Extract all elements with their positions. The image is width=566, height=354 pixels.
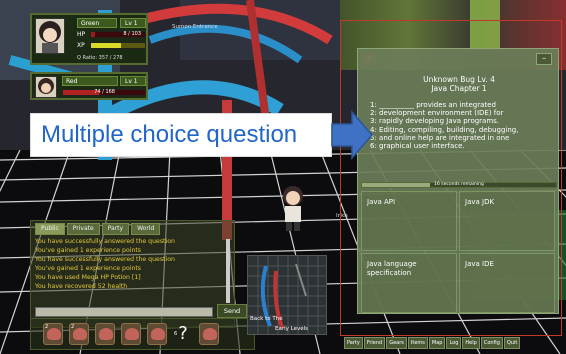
answer-option-java-jdk[interactable]: Java JDK [459,191,555,251]
chat-log: You have successfully answered the quest… [35,237,225,291]
menu-items[interactable]: Items [407,337,428,349]
xp-bar-fill [91,43,121,48]
crab-icon [47,328,61,340]
player-portrait-icon [39,21,61,53]
inventory-slot[interactable]: 2 [69,323,89,345]
player-panel-red: Red Lv 1 74 / 168 [30,72,148,100]
player-portrait-icon [38,78,54,94]
q-ratio: Q Ratio: 357 / 278 [77,55,123,61]
hp-value: 74 / 168 [94,89,115,95]
crab-icon [151,328,165,340]
timer-text: 16 seconds remaining [434,182,484,187]
minimap-label-2: Early Levels [275,326,309,332]
minimap-label: Back to The [250,316,283,322]
inventory-bar: 2 2 6? [30,318,255,350]
chat-panel: Public Private Party World You have succ… [30,220,263,328]
player-level: Lv 1 [120,76,146,86]
crab-icon [125,328,139,340]
menu-config[interactable]: Config [480,337,503,349]
timer-bar: 16 seconds remaining [361,182,557,188]
slot-count: 6 [174,331,178,337]
avatar [35,76,57,98]
minimap[interactable]: Back to The Early Levels [247,255,327,335]
send-button[interactable]: Send [217,304,247,318]
menu-gears[interactable]: Gears [386,337,407,349]
crab-icon [73,328,87,340]
chat-scrollbar[interactable] [226,239,230,303]
question-line: 6: graphical user interface. [370,142,465,151]
tab-private[interactable]: Private [66,223,100,235]
question-panel: − Unknown Bug Lv. 4 Java Chapter 1 1: __… [357,48,559,314]
question-minimize-button[interactable]: − [536,53,552,65]
menu-party[interactable]: Party [344,337,363,349]
minimap-view [248,256,326,334]
inventory-slot[interactable] [121,323,141,345]
inventory-slot[interactable]: 6? [173,323,193,345]
question-line: 3: rapidly developing Java programs. [370,117,500,126]
chat-tabs: Public Private Party World [35,223,161,235]
question-line: 2: development environment (IDE) for [370,109,504,118]
crab-icon [203,328,217,340]
question-title: Unknown Bug Lv. 4 [423,75,495,84]
question-body: 1: __________ provides an integrated 2: … [370,101,550,150]
answer-option-java-api[interactable]: Java API [361,191,457,251]
chat-line: You have recovered 52 health [35,283,128,290]
location-tag: Sumon Entrance [172,24,218,30]
chat-input[interactable] [35,307,213,317]
hp-label: HP [77,31,86,38]
question-line: 1: __________ provides an integrated [370,101,496,109]
avatar [35,18,65,54]
inventory-slot[interactable] [199,323,219,345]
hp-bar: 74 / 168 [62,89,146,96]
tab-public[interactable]: Public [35,223,65,235]
hp-value: 8 / 103 [123,31,141,37]
arrow-right-icon [331,110,373,160]
player-level: Lv 1 [120,18,146,28]
answer-option-java-language-specification[interactable]: Java language specification [361,253,457,313]
chat-line: You have used Mega HP Potion [1] [35,274,141,281]
player-name: Red [62,76,118,86]
menu-map[interactable]: Map [428,337,446,349]
hp-bar-fill [91,32,96,37]
player-panel-green: Green Lv 1 HP 8 / 103 XP Q Ratio: 357 / … [30,13,148,65]
menu-quit[interactable]: Quit [503,337,521,349]
multiple-choice-label: Multiple choice question [30,113,332,157]
player-name: Green [77,18,117,28]
player-character[interactable] [277,184,309,232]
question-line: 4: Editing, compiling, building, debuggi… [370,125,519,134]
answer-option-java-ide[interactable]: Java IDE [459,253,555,313]
question-icon: ? [178,323,188,344]
xp-label: XP [77,42,85,49]
xp-bar [90,42,146,49]
crab-icon [99,328,113,340]
inventory-slot[interactable]: 2 [43,323,63,345]
menu-friend[interactable]: Friend [363,337,386,349]
menu-help[interactable]: Help [462,337,480,349]
chat-line: You've gained 1 experience points [35,247,142,254]
inventory-slot[interactable] [95,323,115,345]
chat-line: You have successfully answered the quest… [35,256,175,263]
main-menu: Party Friend Gears Items Map Log Help Co… [344,337,560,349]
chat-line: You have successfully answered the quest… [35,238,175,245]
chat-line: You've gained 1 experience points [35,265,142,272]
question-subtitle: Java Chapter 1 [431,84,487,93]
menu-log[interactable]: Log [446,337,462,349]
question-line: 5: and online help are integrated in one [370,133,510,142]
hp-bar: 8 / 103 [90,31,146,38]
tab-party[interactable]: Party [101,223,130,235]
inventory-slot[interactable] [147,323,167,345]
tab-world[interactable]: World [131,223,161,235]
